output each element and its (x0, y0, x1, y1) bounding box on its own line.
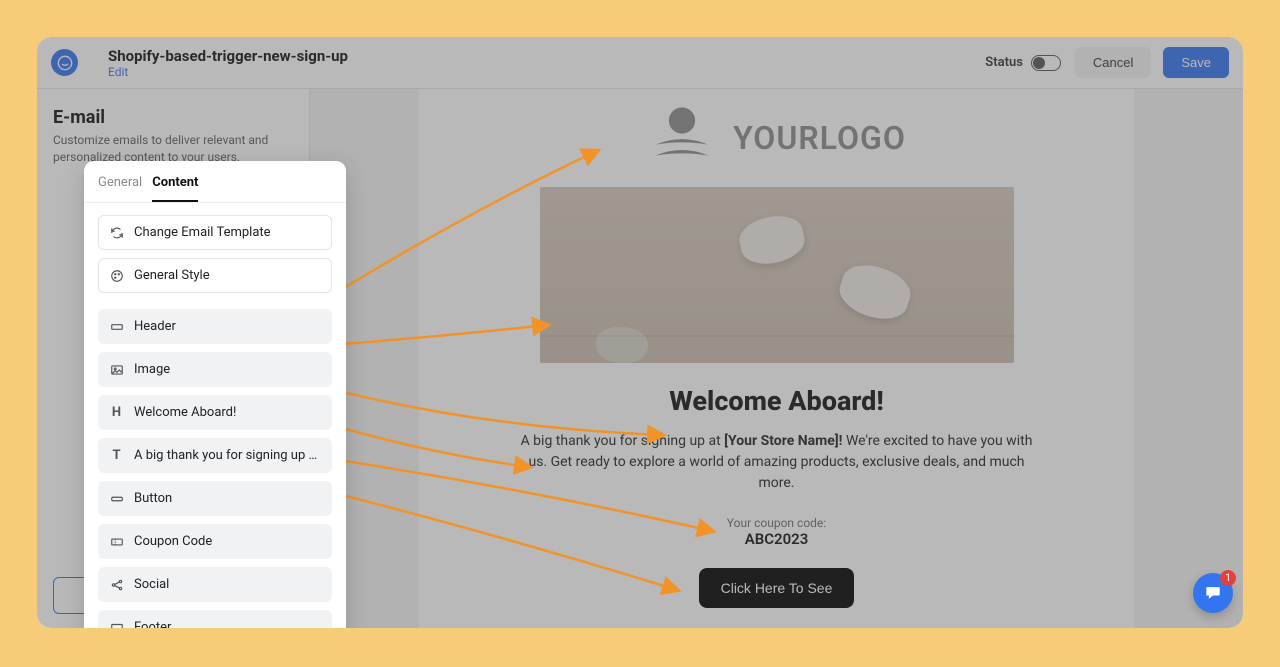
welcome-heading: Welcome Aboard! (669, 385, 883, 417)
app-header: Shopify-based-trigger-new-sign-up Edit S… (37, 37, 1243, 89)
block-coupon[interactable]: Coupon Code (98, 524, 332, 559)
block-footer[interactable]: Footer (98, 610, 332, 628)
sidebar-popover: General Content Change Email Template Ge… (84, 161, 346, 628)
status-label: Status (985, 55, 1023, 70)
refresh-icon (109, 225, 124, 240)
block-label: Footer (134, 620, 321, 628)
popover-tabs: General Content (84, 161, 346, 203)
rectangle-icon (109, 319, 124, 334)
chat-icon (1203, 583, 1223, 603)
image-icon (109, 362, 124, 377)
opt-general-style[interactable]: General Style (98, 258, 332, 293)
footer-icon (109, 620, 124, 628)
logo-text: YOURLOGO (733, 119, 906, 157)
brand-logo-icon (51, 49, 78, 76)
cancel-button[interactable]: Cancel (1075, 47, 1151, 78)
body-store-name: [Your Store Name]! (724, 433, 842, 449)
block-label: Image (134, 362, 321, 377)
edit-link[interactable]: Edit (108, 65, 985, 79)
block-body[interactable]: T A big thank you for signing up at [You… (98, 438, 332, 473)
block-label: Button (134, 491, 321, 506)
page-title: Shopify-based-trigger-new-sign-up (108, 47, 985, 65)
button-icon (109, 491, 124, 506)
chat-widget[interactable]: 1 (1193, 573, 1233, 613)
block-label: Social (134, 577, 321, 592)
block-button[interactable]: Button (98, 481, 332, 516)
block-header[interactable]: Header (98, 309, 332, 344)
body-text: A big thank you for signing up at [Your … (419, 431, 1134, 504)
block-welcome[interactable]: H Welcome Aboard! (98, 395, 332, 430)
placeholder-logo-icon (647, 103, 717, 173)
coupon-code: ABC2023 (745, 530, 809, 548)
ticket-icon (109, 534, 124, 549)
block-label: Coupon Code (134, 534, 321, 549)
block-label: A big thank you for signing up at [Your … (134, 448, 321, 463)
opt-label: Change Email Template (134, 225, 321, 240)
email-paper: YOURLOGO Welcome Aboard! A big thank you… (419, 89, 1134, 628)
app-window: Shopify-based-trigger-new-sign-up Edit S… (37, 37, 1243, 628)
block-label: Header (134, 319, 321, 334)
palette-icon (109, 268, 124, 283)
opt-change-template[interactable]: Change Email Template (98, 215, 332, 250)
opt-label: General Style (134, 268, 321, 283)
tab-content[interactable]: Content (152, 175, 198, 202)
save-button[interactable]: Save (1163, 47, 1229, 78)
share-icon (109, 577, 124, 592)
hero-image (540, 187, 1014, 363)
block-image[interactable]: Image (98, 352, 332, 387)
email-preview: YOURLOGO Welcome Aboard! A big thank you… (310, 89, 1243, 628)
block-social[interactable]: Social (98, 567, 332, 602)
left-title: E-mail (53, 107, 293, 128)
block-label: Welcome Aboard! (134, 405, 321, 420)
body-part-a: A big thank you for signing up at (521, 433, 725, 449)
title-block: Shopify-based-trigger-new-sign-up Edit (108, 47, 985, 79)
tab-general[interactable]: General (98, 175, 142, 202)
cta-button[interactable]: Click Here To See (699, 568, 855, 608)
logo-row: YOURLOGO (647, 103, 906, 173)
coupon-label: Your coupon code: (727, 516, 826, 530)
chat-badge: 1 (1220, 570, 1236, 586)
status-toggle[interactable] (1031, 55, 1061, 71)
heading-icon: H (109, 405, 124, 420)
text-icon: T (109, 448, 124, 463)
